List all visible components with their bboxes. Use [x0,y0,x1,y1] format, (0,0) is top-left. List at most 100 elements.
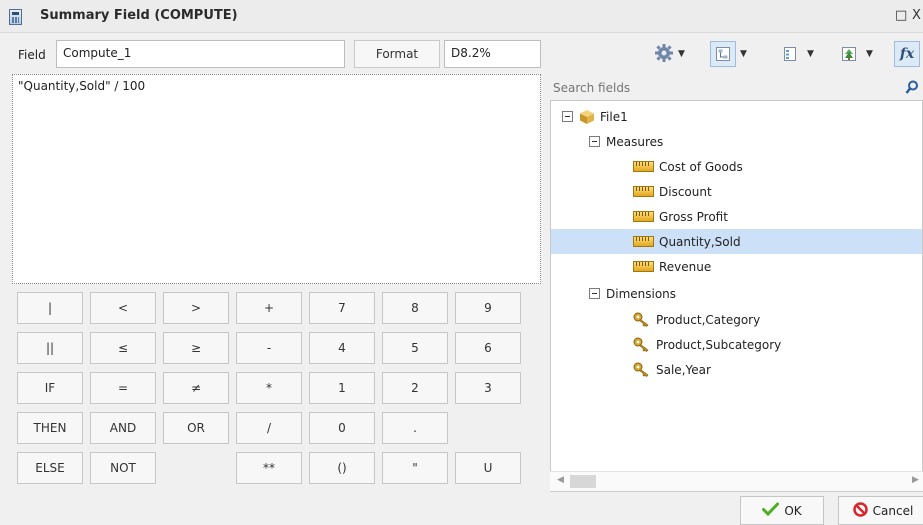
tree-item-label: Cost of Goods [659,159,743,174]
tree-folder-label: Measures [606,134,664,149]
collapse-toggle-icon[interactable] [589,136,600,147]
search-icon[interactable] [905,80,919,98]
tree-item-measure-selected[interactable]: Quantity,Sold [551,229,922,254]
tree-item-measure[interactable]: Cost of Goods [633,154,743,179]
key-6[interactable]: 6 [455,332,521,364]
measure-ruler-icon [633,211,654,222]
tree-item-label: Revenue [659,259,712,274]
tree-item-label: Product,Category [656,312,761,327]
tree-item-dimension[interactable]: Product,Subcategory [633,332,781,357]
key-or[interactable]: OR [163,412,229,444]
tree-item-label: Quantity,Sold [659,234,741,249]
tree-item-measure[interactable]: Discount [633,179,712,204]
tree-folder-dimensions[interactable]: Dimensions [589,281,676,306]
ok-label: OK [784,503,802,518]
calculator-icon [9,9,22,25]
key-greater-equal[interactable]: ≥ [163,332,229,364]
data-source-cube-icon [579,109,595,125]
hierarchy-view-dropdown[interactable]: ▼ [710,40,747,68]
key-pipe[interactable]: | [17,292,83,324]
key-8[interactable]: 8 [382,292,448,324]
collapse-toggle-icon[interactable] [562,111,573,122]
field-name-input[interactable]: Compute_1 [56,40,345,68]
hierarchy-view-icon [710,41,736,67]
tree-item-label: Discount [659,184,712,199]
key-else[interactable]: ELSE [17,452,83,484]
key-9[interactable]: 9 [455,292,521,324]
chevron-down-icon: ▼ [807,49,814,59]
dimension-key-icon [633,362,650,378]
tree-folder-label: Dimensions [606,286,677,301]
key-power[interactable]: ** [236,452,302,484]
key-then[interactable]: THEN [17,412,83,444]
maximize-icon[interactable]: □ [895,8,907,23]
key-4[interactable]: 4 [309,332,375,364]
tree-item-measure[interactable]: Revenue [633,254,711,279]
function-button[interactable]: fx [894,40,920,68]
key-union[interactable]: U [455,452,521,484]
scroll-left-icon[interactable]: ◀ [557,475,564,485]
measure-ruler-icon [633,161,654,172]
dimension-key-icon [633,312,650,328]
key-multiply[interactable]: * [236,372,302,404]
key-7[interactable]: 7 [309,292,375,324]
key-decimal[interactable]: . [382,412,448,444]
key-parentheses[interactable]: () [309,452,375,484]
key-if[interactable]: IF [17,372,83,404]
key-not[interactable]: NOT [90,452,156,484]
chevron-down-icon: ▼ [866,49,873,59]
gear-icon [654,43,674,66]
key-2[interactable]: 2 [382,372,448,404]
checkmark-icon [762,502,780,519]
tree-item-label: Sale,Year [656,362,711,377]
format-value-input[interactable]: D8.2% [444,40,541,68]
key-less-equal[interactable]: ≤ [90,332,156,364]
key-not-equal[interactable]: ≠ [163,372,229,404]
key-5[interactable]: 5 [382,332,448,364]
tree-item-measure[interactable]: Gross Profit [633,204,728,229]
format-button[interactable]: Format [354,40,440,68]
cancel-label: Cancel [872,503,914,518]
expression-editor[interactable]: "Quantity,Sold" / 100 [12,74,541,284]
key-equals[interactable]: = [90,372,156,404]
key-0[interactable]: 0 [309,412,375,444]
field-label: Field [18,48,46,62]
measure-ruler-icon [633,261,654,272]
key-divide[interactable]: / [236,412,302,444]
collapse-toggle-icon[interactable] [589,288,600,299]
function-fx-icon: fx [894,41,920,67]
window-title: Summary Field (COMPUTE) [40,8,238,23]
tree-root[interactable]: File1 [562,104,628,129]
key-plus[interactable]: + [236,292,302,324]
list-view-dropdown[interactable]: ▼ [777,40,814,68]
tree-root-label: File1 [600,109,628,124]
tree-folder-measures[interactable]: Measures [589,129,663,154]
chevron-down-icon: ▼ [740,49,747,59]
scroll-thumb[interactable] [570,475,596,488]
key-3[interactable]: 3 [455,372,521,404]
key-quote[interactable]: " [382,452,448,484]
tree-item-dimension[interactable]: Product,Category [633,307,760,332]
scroll-right-icon[interactable]: ▶ [912,475,919,485]
key-1[interactable]: 1 [309,372,375,404]
key-minus[interactable]: - [236,332,302,364]
close-icon[interactable]: X [912,8,921,23]
ok-button[interactable]: OK [740,496,824,525]
title-bar: Summary Field (COMPUTE) □ X [0,0,923,33]
cancel-button[interactable]: Cancel [838,496,923,525]
tree-item-dimension[interactable]: Sale,Year [633,357,711,382]
search-row [553,78,923,98]
key-less-than[interactable]: < [90,292,156,324]
key-double-pipe[interactable]: || [17,332,83,364]
search-input[interactable] [553,78,893,98]
settings-dropdown[interactable]: ▼ [654,40,685,68]
cancel-icon [852,501,868,520]
key-greater-than[interactable]: > [163,292,229,324]
measure-ruler-icon [633,186,654,197]
tree-view-dropdown[interactable]: ▼ [836,40,873,68]
tree-item-label: Gross Profit [659,209,728,224]
key-and[interactable]: AND [90,412,156,444]
dimension-key-icon [633,337,650,353]
tree-item-label: Product,Subcategory [656,337,782,352]
horizontal-scrollbar[interactable]: ◀ ▶ [550,471,923,491]
